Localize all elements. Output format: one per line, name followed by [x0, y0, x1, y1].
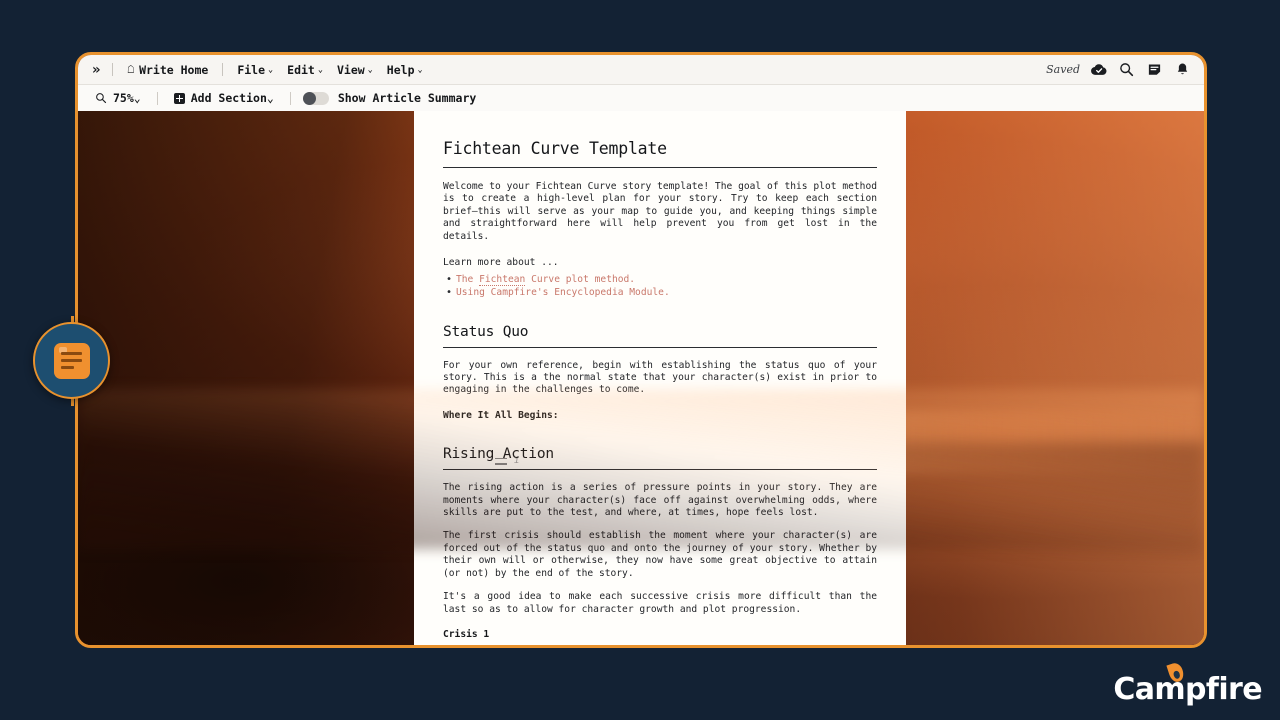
home-icon: ☖: [127, 63, 135, 76]
toolbar-divider: [289, 91, 291, 105]
save-status-label: Saved: [1046, 63, 1080, 76]
show-article-summary-label: Show Article Summary: [337, 91, 477, 105]
menu-bar: » ☖ Write Home File ⌄ Edit ⌄ View ⌄ Help: [78, 55, 1204, 84]
menu-divider: [222, 63, 224, 76]
plus-icon: [173, 92, 185, 104]
link-suffix: Encyclopedia Module.: [548, 287, 670, 299]
menu-item-help[interactable]: Help ⌄: [380, 61, 430, 79]
section-paragraph: For your own reference, begin with estab…: [443, 359, 877, 396]
search-icon[interactable]: [1117, 60, 1136, 79]
toggle-switch[interactable]: [302, 91, 329, 105]
link-spellchecked-word: Campfire's: [490, 287, 549, 299]
learn-more-label: Learn more about ...: [443, 257, 559, 269]
menu-divider: [112, 63, 114, 76]
zoom-icon: [95, 92, 107, 104]
chevron-down-icon: ⌄: [367, 64, 373, 75]
editor-canvas: Fichtean Curve Template Welcome to your …: [78, 111, 1204, 645]
section-prompt: Where It All Begins:: [443, 409, 559, 421]
chevron-down-icon: ⌄: [268, 64, 274, 75]
block-drag-handle[interactable]: i: [495, 456, 519, 466]
add-section-label: Add Section: [190, 91, 267, 105]
toolbar: 75% ⌄ Add Section ⌄ Show Article Summary: [78, 84, 1204, 111]
menu-item-view[interactable]: View ⌄: [330, 61, 380, 79]
zoom-level-value: 75%: [113, 91, 134, 105]
link-suffix: Curve plot method.: [525, 274, 636, 286]
write-home-button[interactable]: ☖ Write Home: [120, 61, 215, 79]
menu-item-file[interactable]: File ⌄: [230, 61, 280, 79]
menu-item-label: View: [336, 62, 365, 77]
expand-sidebar-icon[interactable]: »: [87, 63, 105, 77]
list-item[interactable]: Using Campfire's Encyclopedia Module.: [443, 287, 877, 300]
campfire-logo: Campfire: [1113, 661, 1263, 707]
add-section-button[interactable]: Add Section ⌄: [168, 89, 280, 107]
brand-name: Campfire: [1113, 672, 1262, 707]
notes-icon[interactable]: [1145, 60, 1164, 79]
section-paragraph: It's a good idea to make each successive…: [443, 591, 877, 615]
resource-link-list: The Fichtean Curve plot method. Using Ca…: [443, 274, 877, 299]
bell-icon[interactable]: [1173, 60, 1192, 79]
link-spellchecked-word: Fichtean: [479, 274, 526, 287]
chevron-down-icon: ⌄: [317, 64, 323, 75]
article-icon: [53, 342, 90, 379]
drag-handle-icon: [495, 457, 507, 465]
toggle-knob: [302, 91, 316, 105]
link-prefix: The: [456, 274, 480, 286]
menu-item-label: File: [237, 62, 266, 77]
section-paragraph: The rising action is a series of pressur…: [443, 482, 877, 519]
toolbar-divider: [156, 91, 158, 105]
section-prompt: Crisis 1: [443, 628, 490, 640]
menu-item-label: Edit: [287, 62, 315, 77]
show-article-summary-toggle[interactable]: Show Article Summary: [301, 89, 482, 107]
link-prefix: Using: [456, 287, 491, 299]
write-home-label: Write Home: [139, 62, 209, 77]
app-window: » ☖ Write Home File ⌄ Edit ⌄ View ⌄ Help: [75, 52, 1207, 648]
screen: » ☖ Write Home File ⌄ Edit ⌄ View ⌄ Help: [0, 0, 1280, 720]
menu-item-label: Help: [386, 62, 415, 77]
cloud-check-icon: [1089, 60, 1108, 79]
page-title: Fichtean Curve Template: [443, 139, 877, 168]
chevron-down-icon: ⌄: [417, 64, 423, 75]
chevron-down-icon: ⌄: [133, 91, 141, 105]
section-heading-status-quo: Status Quo: [443, 324, 877, 348]
intro-paragraph: Welcome to your Fichtean Curve story tem…: [443, 181, 877, 242]
menu-item-edit[interactable]: Edit ⌄: [280, 61, 330, 79]
article-panel-button[interactable]: [33, 322, 110, 399]
zoom-level-selector[interactable]: 75% ⌄: [89, 89, 147, 107]
chevron-down-icon: ⌄: [266, 91, 274, 105]
section-paragraph: The first crisis should establish the mo…: [443, 530, 877, 579]
list-item[interactable]: The Fichtean Curve plot method.: [443, 274, 877, 287]
menu-bar-right: Saved: [1046, 60, 1192, 79]
block-info-marker: i: [514, 456, 520, 466]
document-card[interactable]: Fichtean Curve Template Welcome to your …: [414, 111, 906, 645]
